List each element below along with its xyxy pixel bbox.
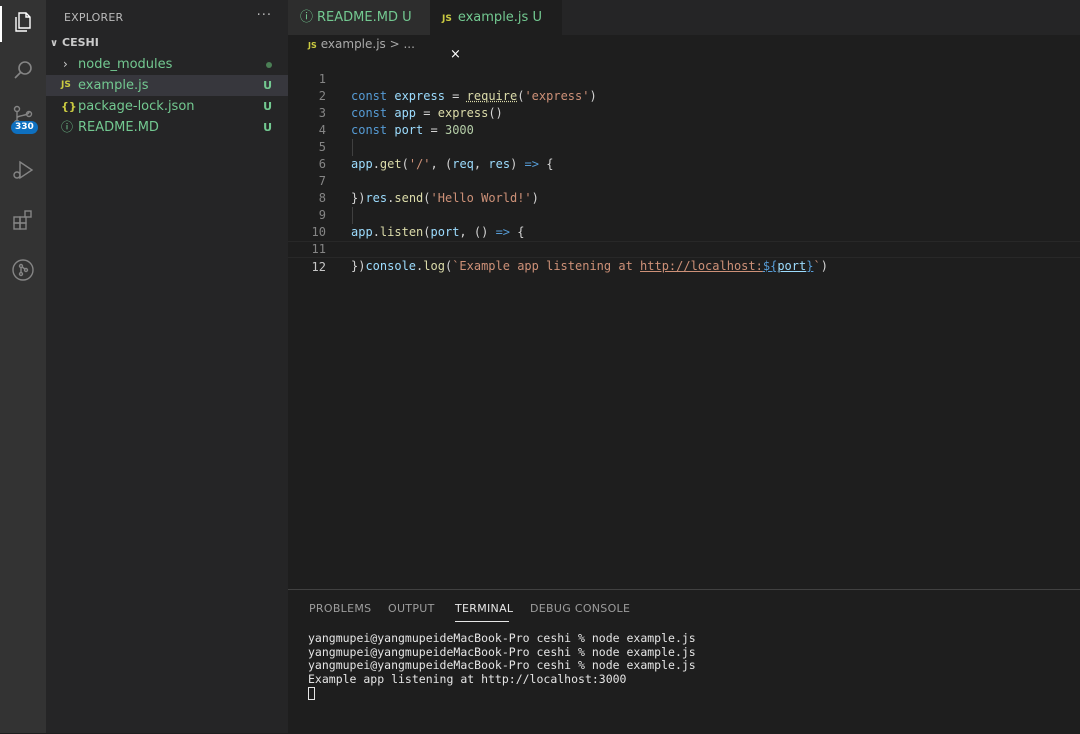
code-line: 4 — [288, 105, 1080, 137]
scm-count-badge: 330 — [11, 121, 38, 134]
tree-item-label: example.js — [78, 78, 149, 93]
code-editor[interactable]: 1 const express = require('express') 2 c… — [288, 53, 1080, 588]
terminal-line: yangmupei@yangmupeideMacBook-Pro ceshi %… — [308, 631, 696, 645]
explorer-sidebar: EXPLORER ··· ∨ CESHI › node_modules JS ex… — [46, 0, 288, 733]
tab-output[interactable]: OUTPUT — [388, 602, 435, 615]
terminal-output[interactable]: yangmupei@yangmupeideMacBook-Pro ceshi %… — [308, 631, 696, 686]
js-file-icon: JS — [308, 41, 317, 50]
indent-guide — [352, 207, 353, 224]
terminal-line: yangmupei@yangmupeideMacBook-Pro ceshi %… — [308, 644, 696, 659]
code-line: 5 app.get('/', (req, res) => { — [288, 122, 1080, 171]
code-text: console.log(`Example app listening at ht… — [365, 259, 828, 273]
more-actions-button[interactable]: ··· — [257, 8, 272, 23]
code-line: 8 — [288, 173, 1080, 205]
status-dot — [266, 62, 272, 68]
folder-name: CESHI — [62, 36, 99, 49]
info-icon: ⓘ — [300, 10, 314, 25]
tab-terminal[interactable]: TERMINAL — [455, 602, 513, 615]
search-icon[interactable] — [11, 58, 35, 82]
untracked-status: U — [263, 79, 272, 92]
breadcrumb-rest: > ... — [385, 37, 415, 51]
tree-item-example-js[interactable]: JS example.js U — [46, 75, 288, 96]
tab-problems[interactable]: PROBLEMS — [309, 602, 371, 615]
activity-bar: 330 — [0, 0, 46, 733]
untracked-status: U — [263, 100, 272, 113]
tab-label: example.js — [457, 10, 529, 25]
tab-status: U — [402, 10, 412, 25]
code-line: 6 res.send('Hello World!') — [288, 139, 1080, 205]
chevron-down-icon: ∨ — [50, 38, 59, 49]
tab-readme[interactable]: ⓘ README.MD U — [288, 0, 430, 35]
extensions-icon[interactable] — [11, 208, 35, 232]
tab-label: README.MD — [317, 10, 398, 25]
tree-item-label: node_modules — [78, 57, 173, 72]
chevron-right-icon: › — [63, 57, 68, 71]
terminal-cursor — [308, 687, 315, 700]
js-file-icon: JS — [442, 14, 452, 24]
code-line: 11 }) — [288, 224, 1080, 273]
terminal-line: Example app listening at http://localhos… — [308, 671, 627, 686]
code-line: 2 const app = express() — [288, 71, 1080, 120]
indent-guide — [352, 139, 353, 156]
tree-item-node-modules[interactable]: › node_modules — [46, 54, 288, 75]
json-file-icon: {} — [61, 100, 77, 113]
terminal-line: yangmupei@yangmupeideMacBook-Pro ceshi %… — [308, 658, 696, 672]
code-line: 10 console.log(`Example app listening at… — [288, 207, 1080, 273]
tree-item-readme[interactable]: ⓘ README.MD U — [46, 117, 288, 138]
info-file-icon: ⓘ — [61, 120, 74, 134]
bottom-panel: PROBLEMS OUTPUT TERMINAL DEBUG CONSOLE y… — [288, 589, 1080, 734]
active-tab-underline — [455, 621, 509, 622]
tab-debug-console[interactable]: DEBUG CONSOLE — [530, 602, 630, 615]
code-line: 7 }) — [288, 156, 1080, 205]
untracked-status: U — [263, 121, 272, 134]
tree-item-package-lock[interactable]: {} package-lock.json U — [46, 96, 288, 117]
line-number: 12 — [311, 260, 326, 274]
active-indicator — [0, 6, 2, 42]
git-graph-icon[interactable] — [11, 258, 35, 282]
folder-ceshi[interactable]: ∨ CESHI — [50, 36, 99, 49]
code-line: 9 app.listen(port, () => { — [288, 190, 1080, 239]
tree-item-label: README.MD — [78, 120, 159, 135]
code-text: }) — [351, 259, 366, 273]
editor-tab-bar: ⓘ README.MD U JS example.js U × — [288, 0, 1080, 62]
code-line: 1 const express = require('express') — [288, 54, 1080, 103]
breadcrumb[interactable]: JS example.js > ... — [308, 37, 415, 51]
js-file-icon: JS — [61, 80, 71, 90]
run-debug-icon[interactable] — [11, 158, 35, 182]
tree-item-label: package-lock.json — [78, 99, 195, 114]
current-line: 12 — [288, 241, 1080, 274]
breadcrumb-file: example.js — [320, 37, 386, 51]
code-line: 3 const port = 3000 — [288, 88, 1080, 137]
tab-status: U — [532, 10, 542, 25]
files-icon[interactable] — [11, 10, 35, 34]
explorer-title: EXPLORER — [64, 11, 124, 24]
tab-example-js[interactable]: JS example.js U × — [430, 0, 562, 62]
